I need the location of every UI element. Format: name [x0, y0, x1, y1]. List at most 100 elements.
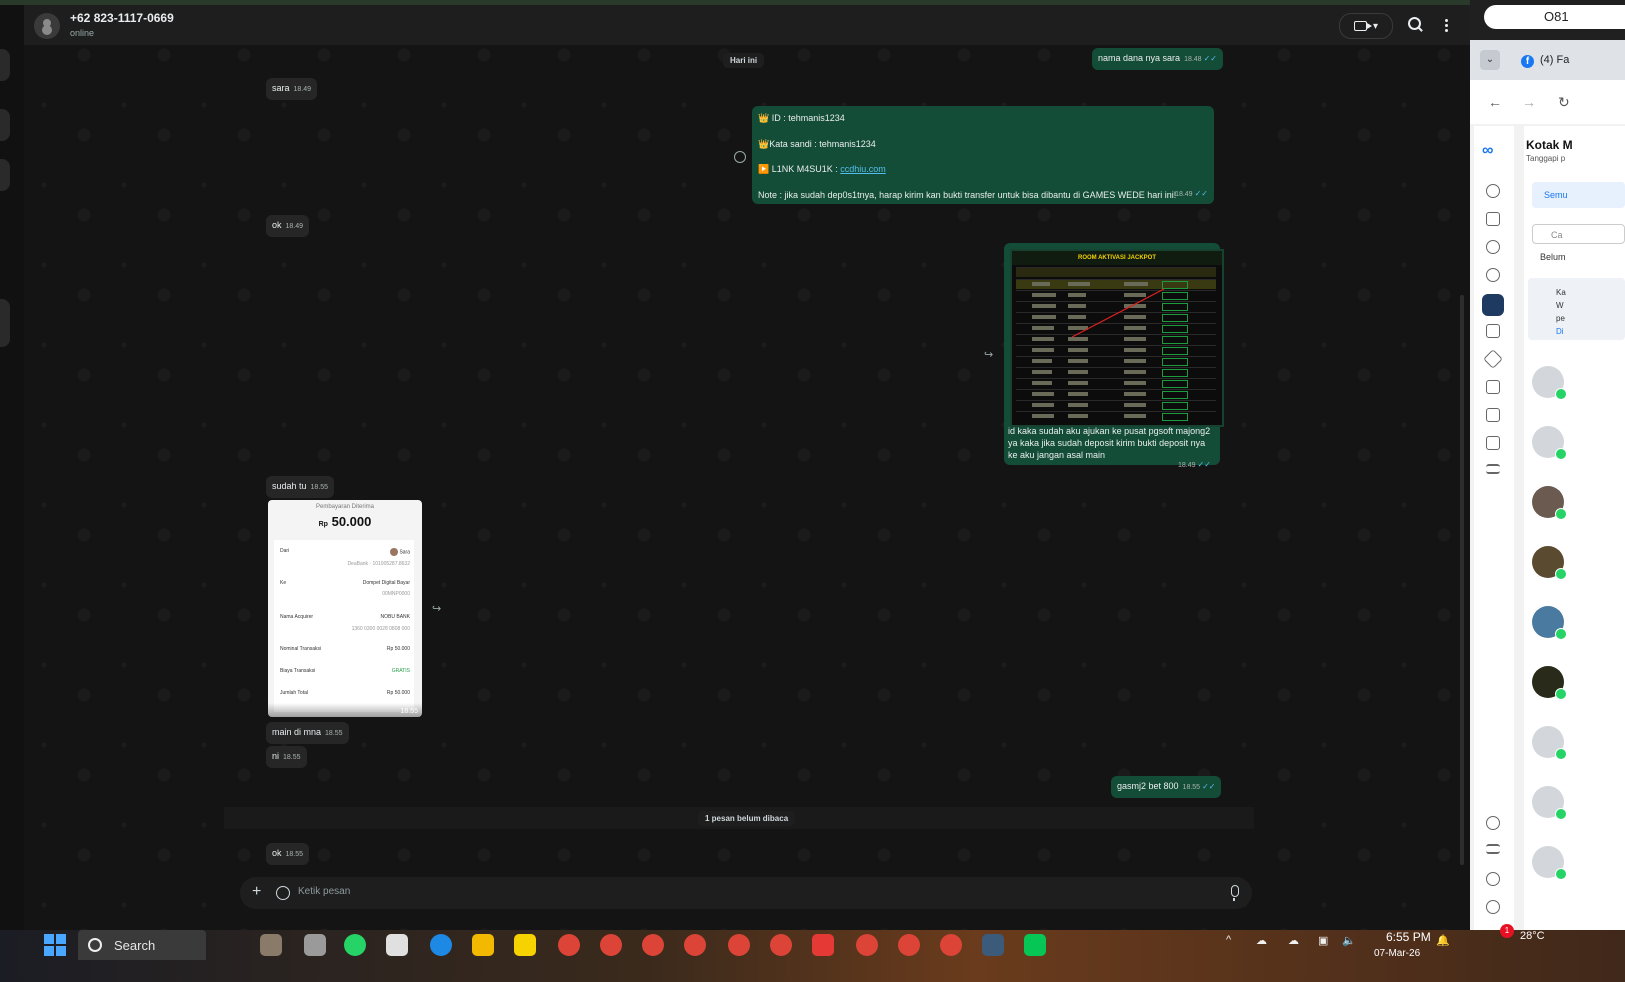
filter-chip-all[interactable]: Semu — [1532, 182, 1625, 208]
ads-icon[interactable] — [1483, 349, 1503, 369]
profile-icon[interactable] — [1486, 184, 1500, 198]
windows-start-icon[interactable] — [44, 934, 66, 956]
forward-icon[interactable]: ↪ — [432, 602, 441, 615]
edge-taskbar-icon[interactable] — [430, 934, 452, 956]
conversation-avatar[interactable] — [1532, 606, 1567, 640]
whatsapp-icon — [1555, 388, 1567, 400]
day-separator: Hari ini — [723, 53, 765, 68]
insights-chart-icon[interactable] — [1486, 436, 1500, 450]
search-button[interactable] — [1408, 17, 1421, 30]
weather-temperature[interactable]: 28°C — [1520, 930, 1545, 942]
receipt-row: Dari Sara — [280, 548, 410, 556]
list-icon[interactable] — [1486, 844, 1500, 854]
notification-bell-icon[interactable] — [1486, 240, 1500, 254]
message-bubble-outgoing[interactable]: 👑 ID : tehmanis1234 👑Kata sandi : tehman… — [752, 106, 1214, 204]
chrome-taskbar-icon[interactable] — [558, 934, 580, 956]
chat-scrollbar[interactable] — [1460, 295, 1464, 865]
message-bubble-incoming[interactable]: sara 18.49 — [266, 78, 318, 100]
message-link[interactable]: ccdhiu.com — [840, 164, 886, 174]
conversation-avatar[interactable] — [1532, 366, 1567, 400]
chrome-taskbar-icon[interactable] — [898, 934, 920, 956]
inbox-search-input[interactable]: Ca — [1532, 224, 1625, 244]
forward-arrow-icon[interactable]: → — [1522, 94, 1536, 110]
taskbar-app-icon[interactable] — [982, 934, 1004, 956]
onedrive-icon[interactable]: ☁ — [1256, 934, 1267, 947]
message-time: 18.55 — [310, 484, 329, 491]
network-icon[interactable]: ▣ — [1318, 934, 1328, 947]
chrome-taskbar-icon[interactable] — [728, 934, 750, 956]
line-taskbar-icon[interactable] — [1024, 934, 1046, 956]
conversation-avatar[interactable] — [1532, 486, 1567, 520]
wps-taskbar-icon[interactable] — [812, 934, 834, 956]
message-bubble-outgoing[interactable]: nama dana nya sara 18.48 ✓✓ — [1092, 48, 1223, 70]
whatsapp-taskbar-icon[interactable] — [344, 934, 366, 956]
pages-icon[interactable] — [1486, 324, 1500, 338]
react-emoji-icon[interactable] — [734, 151, 746, 163]
message-bubble-outgoing[interactable]: gasmj2 bet 800 18.55 ✓✓ — [1111, 776, 1222, 798]
jackpot-image[interactable]: ROOM AKTIVASI JACKPOT — [1010, 249, 1224, 427]
chrome-taskbar-icon[interactable] — [940, 934, 962, 956]
top-search-field[interactable]: O81 — [1484, 5, 1625, 29]
home-icon[interactable] — [1486, 212, 1500, 226]
forward-icon[interactable]: ↪ — [984, 348, 993, 361]
compass-icon[interactable] — [1486, 268, 1500, 282]
rail-tab[interactable] — [0, 49, 10, 81]
notepad-taskbar-icon[interactable] — [386, 934, 408, 956]
message-bubble-incoming[interactable]: ni 18.55 — [266, 746, 307, 768]
file-explorer-taskbar-icon[interactable] — [472, 934, 494, 956]
clock-time[interactable]: 6:55 PM — [1386, 930, 1431, 944]
info-link[interactable]: Di — [1556, 325, 1625, 338]
menu-button[interactable] — [1445, 24, 1448, 27]
message-bubble-incoming[interactable]: sudah tu 18.55 — [266, 476, 335, 498]
message-time: 18.55 — [400, 708, 418, 715]
conversation-avatar[interactable] — [1532, 546, 1567, 580]
volume-icon[interactable]: 🔈 — [1342, 934, 1356, 947]
conversation-avatar[interactable] — [1532, 846, 1567, 880]
conversation-avatar[interactable] — [1532, 726, 1567, 760]
attach-plus-icon[interactable]: + — [252, 883, 261, 901]
chrome-taskbar-icon[interactable] — [856, 934, 878, 956]
receipt-label: Dari — [280, 548, 290, 554]
chrome-taskbar-icon[interactable] — [684, 934, 706, 956]
rail-tab[interactable] — [0, 159, 10, 191]
taskbar-app-icon[interactable] — [514, 934, 536, 956]
sticker-icon[interactable] — [276, 886, 290, 900]
settings-gear-icon[interactable] — [1486, 872, 1500, 886]
browser-tab-title[interactable]: (4) Fa — [1540, 54, 1569, 66]
microphone-icon[interactable] — [1231, 885, 1239, 901]
contact-name[interactable]: +62 823-1117-0669 — [70, 11, 174, 25]
megaphone-icon[interactable] — [1486, 408, 1500, 422]
video-call-button[interactable]: ▾ — [1339, 13, 1393, 39]
receipt-label: Biaya Transaksi — [280, 668, 316, 674]
table-icon[interactable] — [1486, 380, 1500, 394]
taskbar-search[interactable]: Search — [78, 930, 206, 960]
reload-icon[interactable]: ↻ — [1558, 94, 1570, 111]
payment-receipt-image[interactable]: Pembayaran Diterima Rp 50.000 Dari Sara … — [268, 500, 422, 717]
rail-tab[interactable] — [0, 299, 10, 347]
conversation-avatar[interactable] — [1532, 666, 1567, 700]
rail-tab[interactable] — [0, 109, 10, 141]
menu-lines-icon[interactable] — [1486, 464, 1500, 474]
message-input[interactable]: Ketik pesan — [298, 886, 350, 897]
tray-chevron-up-icon[interactable]: ^ — [1226, 934, 1231, 946]
cloud-icon[interactable]: ☁ — [1288, 934, 1299, 947]
chrome-taskbar-icon[interactable] — [600, 934, 622, 956]
clock-date[interactable]: 07-Mar-26 — [1374, 948, 1420, 959]
message-bubble-incoming[interactable]: ok 18.55 — [266, 843, 310, 865]
taskbar-app-icon[interactable] — [260, 934, 282, 956]
notification-bell-icon[interactable]: 🔔 — [1436, 934, 1450, 947]
chrome-taskbar-icon[interactable] — [642, 934, 664, 956]
filter-unread[interactable]: Belum — [1540, 252, 1566, 262]
message-bubble-incoming[interactable]: ok 18.49 — [266, 215, 310, 237]
help-icon[interactable] — [1486, 900, 1500, 914]
tab-list-chevron-icon[interactable]: ⌄ — [1480, 50, 1500, 70]
conversation-avatar[interactable] — [1532, 426, 1567, 460]
chrome-taskbar-icon[interactable] — [770, 934, 792, 956]
back-arrow-icon[interactable]: ← — [1488, 94, 1502, 110]
contact-avatar[interactable] — [34, 13, 60, 39]
conversation-avatar[interactable] — [1532, 786, 1567, 820]
inbox-chat-icon[interactable] — [1482, 294, 1504, 316]
taskbar-app-icon[interactable] — [304, 934, 326, 956]
search-icon[interactable] — [1486, 816, 1500, 830]
message-bubble-incoming[interactable]: main di mna 18.55 — [266, 722, 349, 744]
